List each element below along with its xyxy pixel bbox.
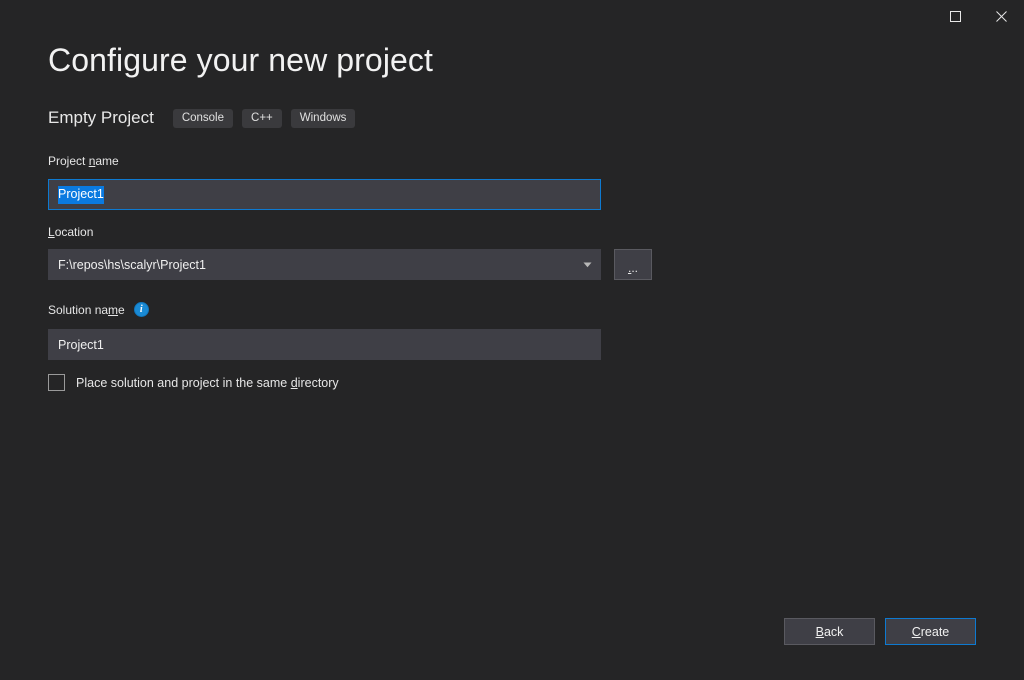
template-name: Empty Project (48, 108, 154, 128)
same-directory-label: Place solution and project in the same d… (76, 376, 339, 390)
project-name-value: Project1 (58, 186, 104, 204)
create-button[interactable]: Create (885, 618, 976, 645)
back-button[interactable]: Back (784, 618, 875, 645)
location-combobox[interactable]: F:\repos\hs\scalyr\Project1 (48, 249, 601, 280)
tag-platform: Windows (291, 109, 356, 128)
tag-console: Console (173, 109, 233, 128)
template-summary: Empty Project Console C++ Windows (48, 108, 364, 128)
same-directory-checkbox-row[interactable]: Place solution and project in the same d… (48, 374, 339, 391)
tag-language: C++ (242, 109, 282, 128)
solution-name-label: Solution namei (48, 302, 149, 317)
info-icon[interactable]: i (134, 302, 149, 317)
project-name-input[interactable]: Project1 (48, 179, 601, 210)
page-title: Configure your new project (48, 42, 433, 79)
same-directory-checkbox[interactable] (48, 374, 65, 391)
project-name-label: Project name (48, 154, 119, 168)
dialog-footer: Back Create (784, 618, 976, 645)
solution-name-input[interactable] (48, 329, 601, 360)
location-label: Location (48, 225, 93, 239)
chevron-down-icon[interactable] (577, 250, 597, 279)
browse-location-button[interactable]: ... (614, 249, 652, 280)
configure-project-page: Configure your new project Empty Project… (0, 0, 1024, 680)
location-value: F:\repos\hs\scalyr\Project1 (49, 258, 577, 272)
